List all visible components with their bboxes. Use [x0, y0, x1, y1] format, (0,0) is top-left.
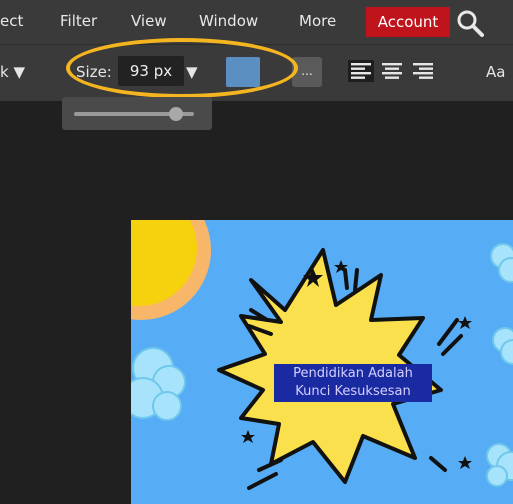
design-canvas[interactable]: Pendidikan Adalah Kunci Kesuksesan [131, 220, 513, 504]
cloud-right-bottom [486, 443, 513, 487]
size-dropdown-arrow[interactable]: ▼ [186, 63, 198, 81]
menu-view[interactable]: View [131, 12, 167, 30]
menu-select[interactable]: ect [0, 12, 23, 30]
align-right-icon[interactable] [410, 60, 436, 82]
cloud-left [131, 347, 186, 421]
align-left-icon[interactable] [348, 60, 374, 82]
size-slider-popup [62, 97, 212, 130]
account-button[interactable]: Account [366, 7, 450, 37]
menu-window[interactable]: Window [199, 12, 258, 30]
size-slider-thumb[interactable] [169, 107, 183, 121]
style-dropdown[interactable]: k ▼ [0, 63, 25, 81]
canvas-text-line-1[interactable]: Pendidikan Adalah [274, 366, 432, 381]
size-label: Size: [76, 63, 112, 81]
canvas-artwork [131, 220, 513, 490]
more-options-button[interactable]: ... [292, 57, 322, 87]
text-color-swatch[interactable] [226, 57, 260, 87]
menu-more[interactable]: More [299, 12, 336, 30]
text-toolbar: k ▼ Size: 93 px ▼ ... Aa [0, 44, 513, 101]
canvas-text-line-2[interactable]: Kunci Kesuksesan [274, 384, 432, 399]
align-center-icon[interactable] [379, 60, 405, 82]
font-button[interactable]: Aa [486, 63, 505, 81]
cloud-right-top [490, 243, 513, 283]
menu-filter[interactable]: Filter [60, 12, 97, 30]
font-size-input[interactable]: 93 px [118, 56, 184, 86]
search-icon[interactable] [456, 9, 484, 37]
cloud-right-middle [492, 327, 513, 365]
menu-bar: ect Filter View Window More Account [0, 0, 513, 44]
